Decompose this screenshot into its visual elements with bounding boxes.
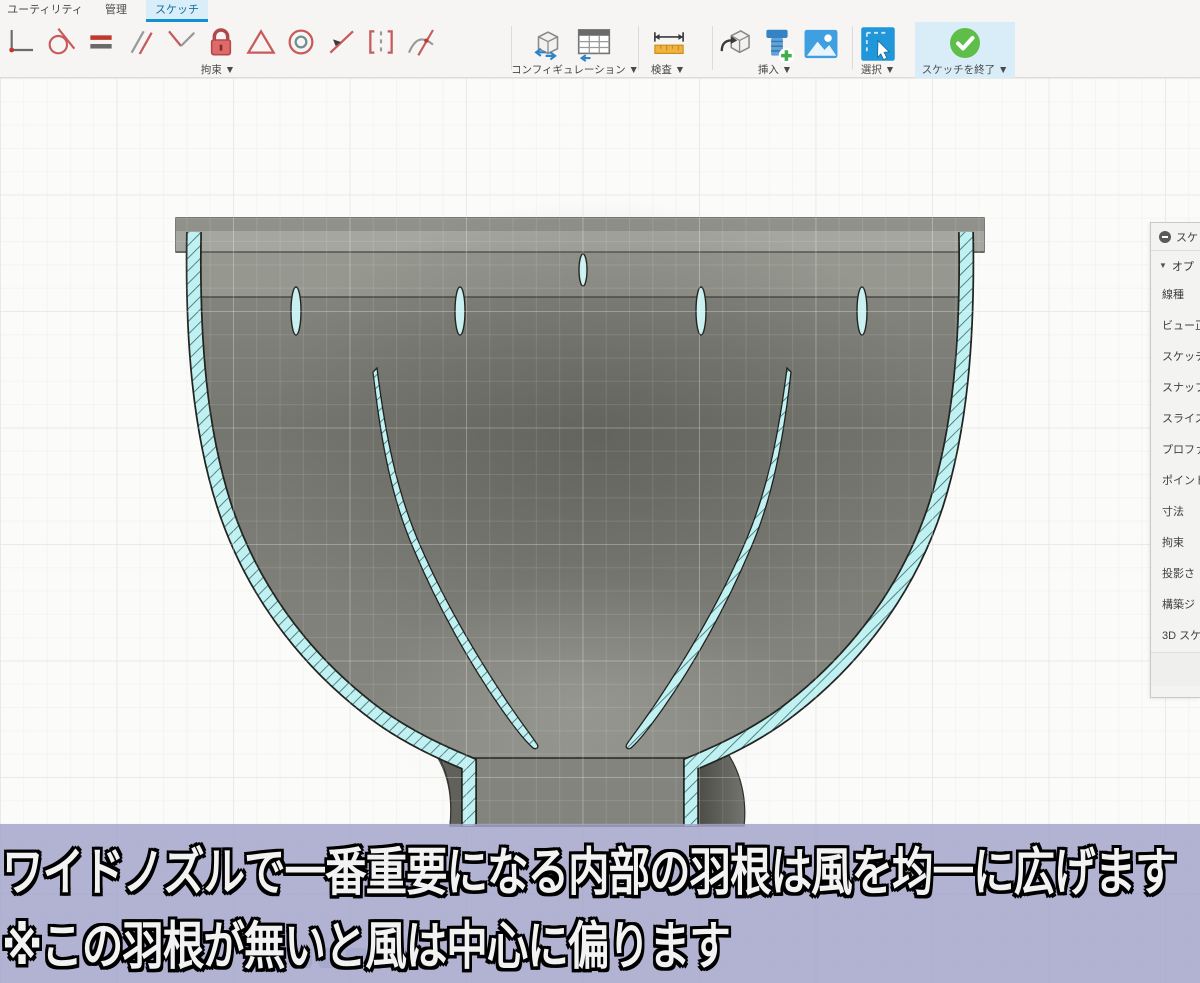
tab-utility[interactable]: ユーティリティ xyxy=(4,0,86,22)
palette-item-sketch-grid[interactable]: スケッチ xyxy=(1151,342,1200,373)
finish-sketch-button[interactable]: スケッチを終了 ▼ xyxy=(915,22,1015,78)
panel-title: スケ xyxy=(1176,229,1198,245)
select-icon[interactable] xyxy=(858,24,898,64)
ribbon-tools: 拘束 ▼ コンフィギュレーション ▼ 検査 ▼ 挿入 ▼ xyxy=(0,22,1200,78)
insert-image-icon[interactable] xyxy=(800,24,842,64)
measure-icon[interactable] xyxy=(648,24,690,64)
palette-item-look-at[interactable]: ビュー正 xyxy=(1151,311,1200,342)
curvature-icon[interactable] xyxy=(402,24,440,60)
palette-item-projected-geometry[interactable]: 投影さ xyxy=(1151,559,1200,590)
insert-derive-icon[interactable] xyxy=(716,24,756,64)
top-toolbar: ユーティリティ 管理 スケッチ xyxy=(0,0,1200,78)
configuration-table-icon[interactable] xyxy=(572,24,616,64)
subtitle-line-1: ワイドノズルで一番重要になる内部の羽根は風を均一に広げます xyxy=(2,832,1176,906)
video-subtitle-overlay: ワイドノズルで一番重要になる内部の羽根は風を均一に広げます ※この羽根が無いと風… xyxy=(0,824,1200,983)
symmetry-icon[interactable] xyxy=(322,24,360,60)
collapse-icon[interactable] xyxy=(1159,231,1171,243)
tangent-icon[interactable] xyxy=(42,24,80,60)
horizontal-vertical-icon[interactable] xyxy=(2,24,40,60)
palette-item-construction-geometry[interactable]: 構築ジ xyxy=(1151,590,1200,621)
subtitle-line-2: ※この羽根が無いと風は中心に偏ります xyxy=(2,906,730,980)
palette-item-profile[interactable]: プロファ xyxy=(1151,435,1200,466)
palette-item-points[interactable]: ポイント xyxy=(1151,466,1200,497)
palette-item-linetype[interactable]: 線種 xyxy=(1151,280,1200,311)
inspect-dropdown[interactable]: 検査 ▼ xyxy=(630,62,706,77)
coincident-icon[interactable] xyxy=(162,24,200,60)
options-section-toggle[interactable]: ▼ オプ xyxy=(1151,251,1200,280)
finish-sketch-dropdown[interactable]: スケッチを終了 ▼ xyxy=(915,62,1015,77)
fix-lock-icon[interactable] xyxy=(202,24,240,60)
palette-item-dimensions[interactable]: 寸法 xyxy=(1151,497,1200,528)
parallel-icon[interactable] xyxy=(122,24,160,60)
palette-item-snap[interactable]: スナップ xyxy=(1151,373,1200,404)
triangle-down-icon: ▼ xyxy=(1159,261,1167,270)
sketch-palette-panel: スケ ▼ オプ 線種 ビュー正 スケッチ スナップ スライス プロファ ポイント… xyxy=(1150,222,1200,698)
insert-fastener-icon[interactable] xyxy=(756,24,798,66)
sketch-palette-header[interactable]: スケ xyxy=(1151,223,1200,251)
collinear-icon[interactable] xyxy=(362,24,400,60)
configuration-dropdown[interactable]: コンフィギュレーション ▼ xyxy=(505,62,645,77)
equal-icon[interactable] xyxy=(82,24,120,60)
ribbon-tabs: ユーティリティ 管理 スケッチ xyxy=(0,0,1200,22)
toolbar-divider xyxy=(712,26,713,70)
palette-item-slice[interactable]: スライス xyxy=(1151,404,1200,435)
configuration-cube-icon[interactable] xyxy=(528,24,568,64)
insert-dropdown[interactable]: 挿入 ▼ xyxy=(735,62,815,77)
concentric-icon[interactable] xyxy=(282,24,320,60)
palette-footer xyxy=(1151,652,1200,686)
palette-item-3d-sketch[interactable]: 3D スケ xyxy=(1151,621,1200,652)
finish-sketch-check-icon xyxy=(947,25,983,61)
tab-sketch[interactable]: スケッチ xyxy=(146,0,208,22)
select-dropdown[interactable]: 選択 ▼ xyxy=(845,62,911,77)
funnel-tube xyxy=(462,758,698,826)
constraint-group-dropdown[interactable]: 拘束 ▼ xyxy=(178,62,258,77)
midpoint-icon[interactable] xyxy=(242,24,280,60)
tab-manage[interactable]: 管理 xyxy=(96,0,136,22)
palette-item-constraints[interactable]: 拘束 xyxy=(1151,528,1200,559)
